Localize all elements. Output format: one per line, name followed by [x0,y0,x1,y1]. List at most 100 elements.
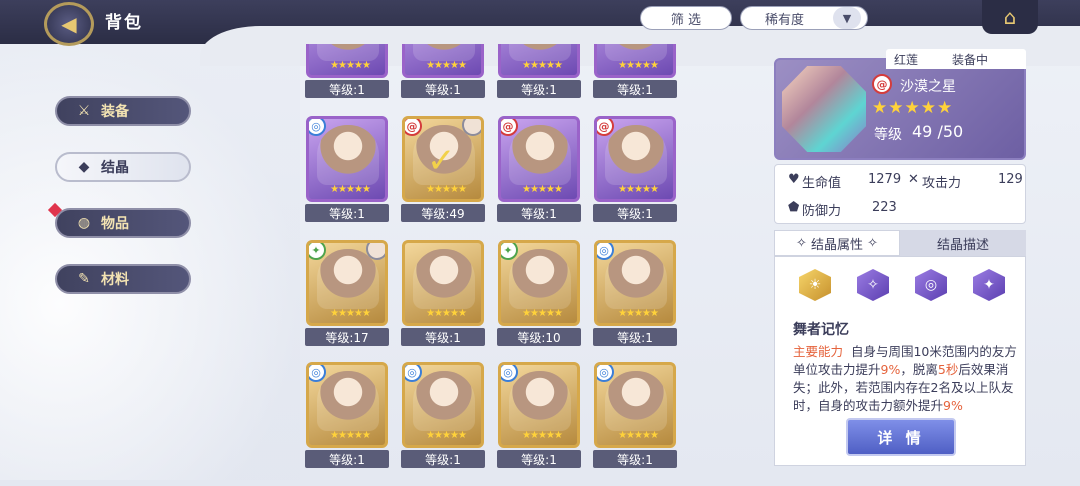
crossed-swords-icon: ✕ [908,172,919,187]
filter-button[interactable]: 筛 选 [640,6,732,30]
crystal-icon: ◆ [78,159,90,175]
character-portrait [509,249,571,309]
level-label: 等级:1 [401,328,485,346]
rarity-stars: ★★★★★ [522,184,563,195]
crystal-card[interactable]: ✦ ★★★★★ [498,240,580,326]
crystal-card[interactable]: ★★★★★ [402,44,484,78]
crystal-grid: ★★★★★ 等级:1 ★★★★★ 等级:1 ★★★★★ 等级:1 ★★★★★ 等级:1 ◎ ★★★… [300,44,690,486]
sidebar-item-items[interactable]: ◍ 物品 [55,208,191,238]
swirl-icon[interactable]: ◎ [915,269,947,301]
crystal-card[interactable]: ★★★★★ [594,44,676,78]
stat-hp-label: 生命值 [802,176,842,191]
stat-hp-value: 1279 [868,172,902,187]
sidebar-item-materials[interactable]: ✎ 材料 [55,264,191,294]
level-label: 等级:1 [497,80,581,98]
skill-title: 舞者记忆 [793,322,849,338]
rarity-stars: ★★★★★ [330,308,371,319]
crystal-card[interactable]: ✦ ★★★★★ [306,240,388,326]
sort-dropdown[interactable]: 稀有度 ▼ [740,6,868,30]
rune-icon[interactable]: ✦ [973,269,1005,301]
level-label: 等级:1 [401,80,485,98]
crystal-card[interactable]: ◎ ★★★★★ [402,362,484,448]
crystal-card[interactable]: ◎ ★★★★★ [594,362,676,448]
back-arrow-icon: ◀ [61,12,77,36]
rarity-stars: ★★★★★ [522,430,563,441]
rarity-stars: ★★★★★ [330,430,371,441]
rarity-stars: ★★★★★ [426,184,467,195]
tab-crystal-description[interactable]: 结晶描述 [900,230,1026,256]
crystal-card[interactable]: ★★★★★ [306,44,388,78]
home-icon: ⌂ [1003,5,1017,29]
level-label: 等级:1 [593,328,677,346]
equip-status: 装备中 [952,52,989,67]
sidebar-item-label: 物品 [101,216,129,232]
level-label: 等级:1 [305,80,389,98]
skill-tag: 主要能力 [793,344,844,359]
character-portrait [605,249,667,309]
character-portrait [317,125,379,185]
home-button[interactable]: ⌂ [982,0,1038,34]
level-value: 49 /50 [912,122,964,141]
rarity-stars: ★★★★★ [330,60,371,71]
sun-icon[interactable]: ☀ [799,269,831,301]
crystal-card[interactable]: ◎ ★★★★★ [498,362,580,448]
rarity-stars: ★★★★★ [426,308,467,319]
crystal-card[interactable]: ◎ ★★★★★ [306,116,388,202]
level-label: 等级:49 [401,204,485,222]
equipped-by-avatar [462,119,481,136]
sidebar-item-label: 装备 [101,104,129,120]
sidebar-item-label: 材料 [101,272,129,288]
crystal-name: 沙漠之星 [900,79,956,95]
level-label: 等级:1 [593,450,677,468]
tab-crystal-attributes[interactable]: ✧ 结晶属性 ✧ [774,230,900,256]
rarity-stars: ★★★★★ [522,60,563,71]
level-label: 等级:1 [305,450,389,468]
selected-check-icon: ✓ [427,141,456,181]
crystal-card[interactable]: @ ★★★★★ [498,116,580,202]
crystal-card[interactable]: ★★★★★ [498,44,580,78]
element-badge-icon: ◎ [597,365,614,382]
character-portrait [509,371,571,431]
bag-icon: ◍ [77,215,91,231]
equip-tag: 红莲 装备中 [886,49,1026,69]
element-badge-icon: ◎ [597,243,614,260]
stat-def-value: 223 [872,200,897,215]
tool-icon: ✎ [78,271,90,287]
owner-name: 红莲 [894,52,919,67]
heart-icon: ♥ [788,172,800,187]
element-badge-icon: ◎ [501,365,518,382]
character-portrait [605,371,667,431]
sword-icon: ⚔ [77,103,91,119]
crystal-card[interactable]: @ ✓ ★★★★★ [402,116,484,202]
equipped-by-avatar [366,243,385,260]
page-title: 背包 [105,13,143,33]
crystal-card[interactable]: ◎ ★★★★★ [594,240,676,326]
details-button[interactable]: 详 情 [846,418,956,456]
rarity-stars: ★★★★★ [618,184,659,195]
chevron-down-icon: ▼ [833,7,861,29]
level-label: 等级:10 [497,328,581,346]
crystal-card[interactable]: @ ★★★★★ [594,116,676,202]
level-label: 等级:1 [497,204,581,222]
shield-icon: ⬟ [788,200,800,215]
character-portrait [509,44,571,61]
rarity-stars: ★★★★★ [426,430,467,441]
sidebar-item-equipment[interactable]: ⚔ 装备 [55,96,191,126]
rune-icon[interactable]: ✧ [857,269,889,301]
detail-tabs: ✧ 结晶属性 ✧ 结晶描述 [774,230,1026,256]
sort-label: 稀有度 [765,12,805,28]
element-badge-icon: ✦ [501,243,518,260]
character-portrait [509,125,571,185]
level-label: 等级:1 [593,204,677,222]
rarity-stars: ★★★★★ [426,60,467,71]
element-badge-icon: ◎ [405,365,422,382]
skill-description: 主要能力 自身与周围10米范围内的友方单位攻击力提升9%，脱离5秒后效果消失；此… [793,344,1017,413]
sidebar-item-crystal[interactable]: ◆ 结晶 [55,152,191,182]
crystal-card[interactable]: ★★★★★ [402,240,484,326]
crystal-card[interactable]: ◎ ★★★★★ [306,362,388,448]
rarity-stars: ★★★★★ [330,184,371,195]
rarity-stars: ★★★★★ [522,308,563,319]
element-badge-icon: @ [405,119,422,136]
back-button[interactable]: ◀ [44,2,94,46]
level-label: 等级:17 [305,328,389,346]
